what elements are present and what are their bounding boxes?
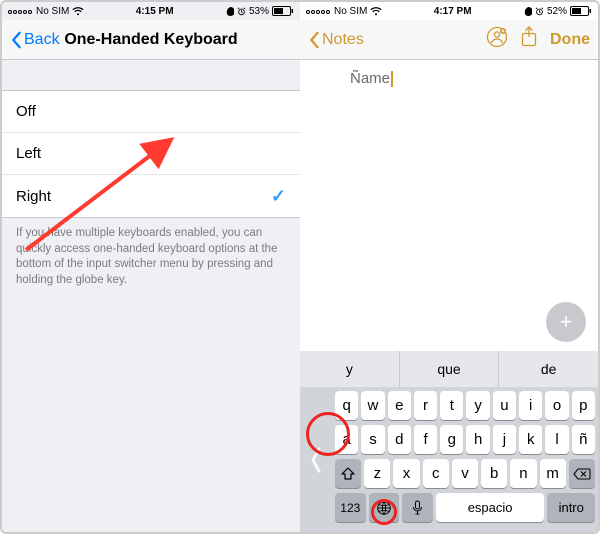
suggestion[interactable]: y — [300, 351, 400, 387]
dnd-icon — [523, 7, 532, 16]
option-off[interactable]: Off — [2, 91, 300, 133]
back-button[interactable]: Notes — [308, 31, 364, 49]
key-v[interactable]: v — [452, 459, 478, 488]
clock: 4:15 PM — [136, 6, 174, 17]
key-e[interactable]: e — [388, 391, 411, 420]
key-x[interactable]: x — [393, 459, 419, 488]
key-o[interactable]: o — [545, 391, 568, 420]
suggestion-bar: y que de — [300, 351, 598, 387]
key-l[interactable]: l — [545, 425, 568, 454]
space-key[interactable]: espacio — [436, 493, 545, 522]
key-j[interactable]: j — [493, 425, 516, 454]
key-p[interactable]: p — [572, 391, 595, 420]
clock: 4:17 PM — [434, 6, 472, 17]
key-q[interactable]: q — [335, 391, 358, 420]
key-y[interactable]: y — [466, 391, 489, 420]
battery-icon — [272, 6, 294, 16]
wifi-icon — [72, 7, 84, 16]
key-t[interactable]: t — [440, 391, 463, 420]
share-icon[interactable] — [520, 26, 538, 53]
shift-key[interactable] — [335, 459, 361, 488]
suggestion[interactable]: que — [400, 351, 500, 387]
key-g[interactable]: g — [440, 425, 463, 454]
back-label: Back — [24, 31, 60, 49]
battery-pct: 53% — [249, 6, 269, 17]
add-button[interactable]: + — [546, 302, 586, 342]
add-person-icon[interactable] — [486, 26, 508, 53]
back-label: Notes — [322, 31, 364, 49]
alarm-icon — [237, 7, 246, 16]
option-label: Right — [16, 188, 51, 205]
battery-pct: 52% — [547, 6, 567, 17]
key-k[interactable]: k — [519, 425, 542, 454]
back-button[interactable]: Back — [10, 31, 60, 49]
options-group: Off Left Right ✓ — [2, 90, 300, 218]
option-left[interactable]: Left — [2, 133, 300, 175]
option-label: Left — [16, 145, 41, 162]
key-d[interactable]: d — [388, 425, 411, 454]
expand-keyboard-handle[interactable] — [300, 387, 332, 532]
key-r[interactable]: r — [414, 391, 437, 420]
key-i[interactable]: i — [519, 391, 542, 420]
option-right[interactable]: Right ✓ — [2, 175, 300, 217]
status-bar: No SIM 4:15 PM 53% — [2, 2, 300, 20]
numbers-key[interactable]: 123 — [335, 493, 366, 522]
footer-note: If you have multiple keyboards enabled, … — [2, 218, 300, 296]
key-z[interactable]: z — [364, 459, 390, 488]
notes-screen: No SIM 4:17 PM 52% Notes Done — [300, 2, 598, 532]
key-c[interactable]: c — [423, 459, 449, 488]
return-key[interactable]: intro — [547, 493, 595, 522]
note-text: Ñame — [350, 70, 390, 87]
settings-screen: No SIM 4:15 PM 53% Back One-Handed Keybo… — [2, 2, 300, 532]
mic-key[interactable] — [402, 493, 433, 522]
option-label: Off — [16, 103, 36, 120]
key-a[interactable]: a — [335, 425, 358, 454]
nav-bar: Back One-Handed Keyboard — [2, 20, 300, 60]
carrier-label: No SIM — [334, 6, 367, 17]
key-f[interactable]: f — [414, 425, 437, 454]
note-editor[interactable]: Ñame — [300, 60, 598, 97]
text-cursor — [391, 71, 393, 87]
backspace-key[interactable] — [569, 459, 595, 488]
signal-icon — [306, 6, 331, 17]
globe-key[interactable] — [369, 493, 400, 522]
keyboard: y que de q w e r t y u i o p — [300, 351, 598, 532]
alarm-icon — [535, 7, 544, 16]
signal-icon — [8, 6, 33, 17]
done-button[interactable]: Done — [550, 31, 590, 49]
key-m[interactable]: m — [540, 459, 566, 488]
key-enye[interactable]: ñ — [572, 425, 595, 454]
checkmark-icon: ✓ — [271, 186, 286, 207]
battery-icon — [570, 6, 592, 16]
status-bar: No SIM 4:17 PM 52% — [300, 2, 598, 20]
wifi-icon — [370, 7, 382, 16]
key-s[interactable]: s — [361, 425, 384, 454]
carrier-label: No SIM — [36, 6, 69, 17]
key-w[interactable]: w — [361, 391, 384, 420]
dnd-icon — [225, 7, 234, 16]
suggestion[interactable]: de — [499, 351, 598, 387]
nav-bar: Notes Done — [300, 20, 598, 60]
key-h[interactable]: h — [466, 425, 489, 454]
key-n[interactable]: n — [510, 459, 536, 488]
key-u[interactable]: u — [493, 391, 516, 420]
key-b[interactable]: b — [481, 459, 507, 488]
